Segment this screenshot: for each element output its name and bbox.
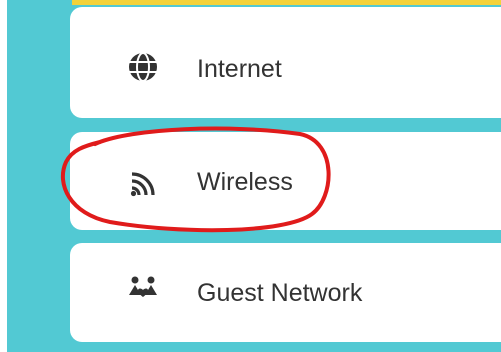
menu-item-internet[interactable]: Internet (70, 7, 501, 118)
globe-icon (129, 52, 157, 82)
wifi-icon (130, 172, 155, 197)
menu-item-label: Guest Network (197, 279, 363, 307)
menu-item-guest-network[interactable]: Guest Network (70, 243, 501, 342)
guest-network-icon (129, 276, 157, 297)
menu-item-label: Internet (197, 55, 282, 83)
top-accent-bar (72, 0, 501, 5)
left-edge-strip (0, 0, 7, 352)
menu-item-wireless[interactable]: Wireless (70, 132, 501, 230)
menu-item-label: Wireless (197, 168, 293, 196)
